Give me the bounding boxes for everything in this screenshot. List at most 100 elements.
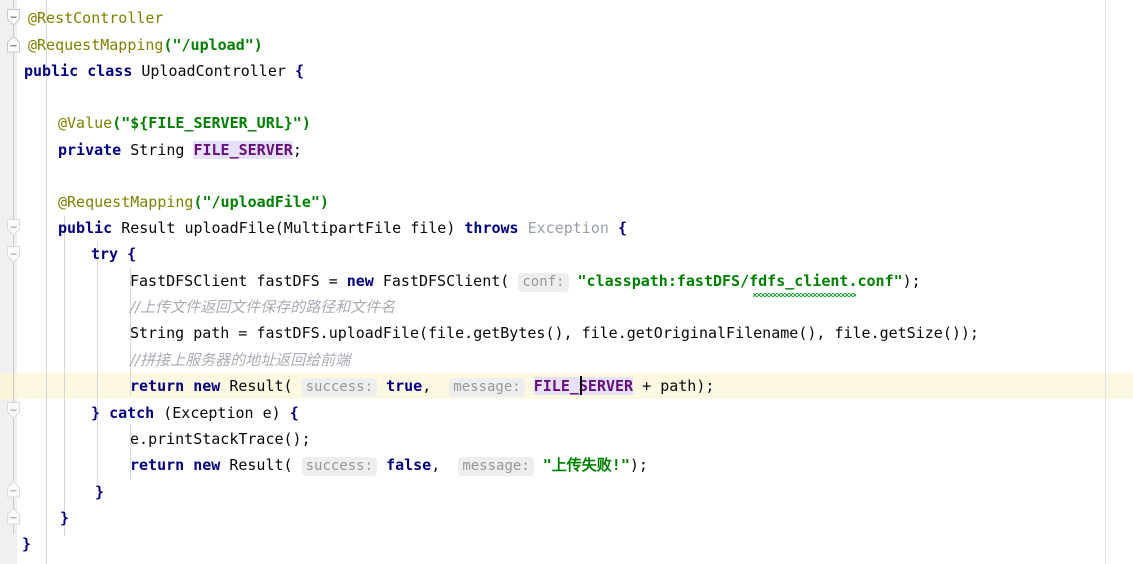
token-annotation-value: @Value: [58, 114, 113, 132]
token-call-getoriginalfilename: getOriginalFilename: [626, 324, 799, 342]
token-param-file: file: [410, 219, 447, 237]
code-line-2[interactable]: @RequestMapping("/upload"): [28, 32, 263, 58]
token-brace-close-class: }: [22, 535, 32, 553]
inlay-hint-message-2: message:: [458, 457, 534, 476]
token-brace-close-method: }: [60, 509, 70, 527]
code-line-5[interactable]: @Value("${FILE_SERVER_URL}"): [58, 110, 311, 136]
code-line-3[interactable]: public class UploadController {: [24, 58, 304, 84]
token-paren-open: (: [163, 36, 173, 54]
code-line-12[interactable]: //上传文件返回文件保存的路径和文件名: [130, 294, 395, 320]
token-var-fastdfs: fastDFS: [256, 272, 320, 290]
token-kw-try: try: [91, 245, 119, 263]
token-ctor-fastdfsclient: FastDFSClient: [382, 272, 501, 290]
code-line-16[interactable]: } catch (Exception e) {: [91, 400, 299, 426]
code-line-14[interactable]: //拼接上服务器的地址返回给前端: [130, 347, 350, 373]
token-comment-1: //上传文件返回文件保存的路径和文件名: [130, 298, 396, 316]
token-field-file-server-a: FILE_SER: [533, 377, 606, 395]
code-line-9[interactable]: public Result uploadFile(MultipartFile f…: [58, 215, 627, 241]
fold-marker-collapse-1[interactable]: [6, 9, 21, 26]
token-class-fastdfsclient: FastDFSClient: [130, 272, 248, 290]
token-class-name: UploadController: [141, 62, 286, 80]
token-var-fastdfs-2: fastDFS: [256, 324, 320, 342]
code-line-19[interactable]: }: [95, 479, 104, 505]
code-line-10[interactable]: try {: [91, 241, 136, 267]
token-var-path-2: path: [660, 377, 697, 395]
token-kw-private: private: [58, 141, 122, 159]
token-call-printstacktrace: printStackTrace: [148, 430, 284, 448]
token-kw-return: return: [130, 377, 185, 395]
token-kw-throws: throws: [464, 219, 519, 237]
token-brace-close-catch: }: [95, 483, 105, 501]
text-caret: [580, 376, 582, 395]
fold-marker-collapse-2[interactable]: [6, 36, 21, 53]
typo-squiggle-underline: [753, 293, 856, 297]
token-type-string-2: String: [130, 324, 185, 342]
fold-marker-collapse-5[interactable]: [6, 402, 21, 419]
token-brace-open-catch: {: [289, 404, 299, 422]
token-kw-new-2: new: [193, 377, 221, 395]
token-var-file-2: file: [428, 324, 465, 342]
token-type-exception-throws: Exception: [527, 219, 609, 237]
token-kw-true: true: [386, 377, 423, 395]
current-line-gutter-highlight: [0, 373, 17, 399]
token-kw-return-2: return: [130, 456, 185, 474]
inlay-hint-message: message:: [449, 378, 525, 397]
token-kw-public: public: [24, 62, 79, 80]
token-var-e-2: e: [130, 430, 140, 448]
token-annotation-requestmapping-2: @RequestMapping: [58, 193, 194, 211]
token-semicolon: ;: [292, 141, 302, 159]
token-var-path: path: [193, 324, 230, 342]
code-line-1[interactable]: @RestController: [28, 5, 163, 31]
token-call-getsize: getSize: [879, 324, 943, 342]
indent-guide-level-2: [97, 242, 98, 484]
code-editor[interactable]: @RestController @RequestMapping("/upload…: [0, 0, 1133, 564]
token-kw-new: new: [346, 272, 374, 290]
token-string-uploadfile-path: "/uploadFile": [202, 193, 320, 211]
code-line-8[interactable]: @RequestMapping("/uploadFile"): [58, 189, 329, 215]
token-kw-catch: catch: [109, 404, 155, 422]
token-type-multipartfile: MultipartFile: [283, 219, 402, 237]
token-field-file-server-decl: FILE_SERVER: [193, 141, 293, 159]
token-kw-new-3: new: [193, 456, 221, 474]
code-line-11[interactable]: FastDFSClient fastDFS = new FastDFSClien…: [130, 268, 921, 294]
token-method-uploadfile: uploadFile: [184, 219, 275, 237]
code-line-17[interactable]: e.printStackTrace();: [130, 426, 311, 452]
token-var-file-3: file: [581, 324, 618, 342]
code-line-20[interactable]: }: [60, 505, 69, 531]
editor-gutter[interactable]: [0, 0, 17, 564]
token-string-upload-path: "/upload": [172, 36, 254, 54]
right-margin-guide: [1105, 0, 1106, 564]
code-line-13[interactable]: String path = fastDFS.uploadFile(file.ge…: [130, 320, 979, 346]
fold-rail-mid: [13, 247, 14, 384]
token-annotation-restcontroller: @RestController: [28, 9, 164, 27]
code-line-21[interactable]: }: [22, 531, 31, 557]
token-brace-open-try: {: [127, 245, 137, 263]
token-var-e: e: [262, 404, 272, 422]
token-string-fail-message: "上传失败!": [542, 456, 630, 474]
token-call-getbytes: getBytes: [473, 324, 546, 342]
code-line-15[interactable]: return new Result( success: true, messag…: [130, 373, 714, 399]
code-line-6[interactable]: private String FILE_SERVER;: [58, 137, 302, 163]
fold-marker-collapse-4[interactable]: [6, 246, 21, 263]
token-ctor-result-2: Result: [229, 456, 284, 474]
token-type-exception-catch: Exception: [172, 404, 254, 422]
gutter-separator: [46, 0, 47, 564]
fold-marker-collapse-6[interactable]: [6, 481, 21, 498]
token-string-file-server-url: "${FILE_SERVER_URL}": [121, 114, 302, 132]
token-string-classpath-a: "classpath:fastDFS/: [577, 272, 750, 290]
token-string-typo-fdfs-client: fdfs_client: [749, 272, 849, 290]
code-line-18[interactable]: return new Result( success: false, messa…: [130, 452, 648, 478]
inlay-hint-success: success:: [301, 378, 378, 397]
token-brace-open-method: {: [617, 219, 627, 237]
fold-marker-collapse-3[interactable]: [6, 219, 21, 236]
token-brace-open-class: {: [294, 62, 304, 80]
inlay-hint-success-2: success:: [301, 457, 378, 476]
fold-marker-collapse-7[interactable]: [6, 508, 21, 525]
token-ctor-result: Result: [229, 377, 284, 395]
token-call-uploadfile: uploadFile: [328, 324, 419, 342]
token-annotation-requestmapping: @RequestMapping: [28, 36, 164, 54]
inlay-hint-conf: conf:: [518, 273, 569, 292]
token-comment-2: //拼接上服务器的地址返回给前端: [130, 351, 351, 369]
token-type-result: Result: [121, 219, 176, 237]
token-type-string: String: [130, 141, 185, 159]
